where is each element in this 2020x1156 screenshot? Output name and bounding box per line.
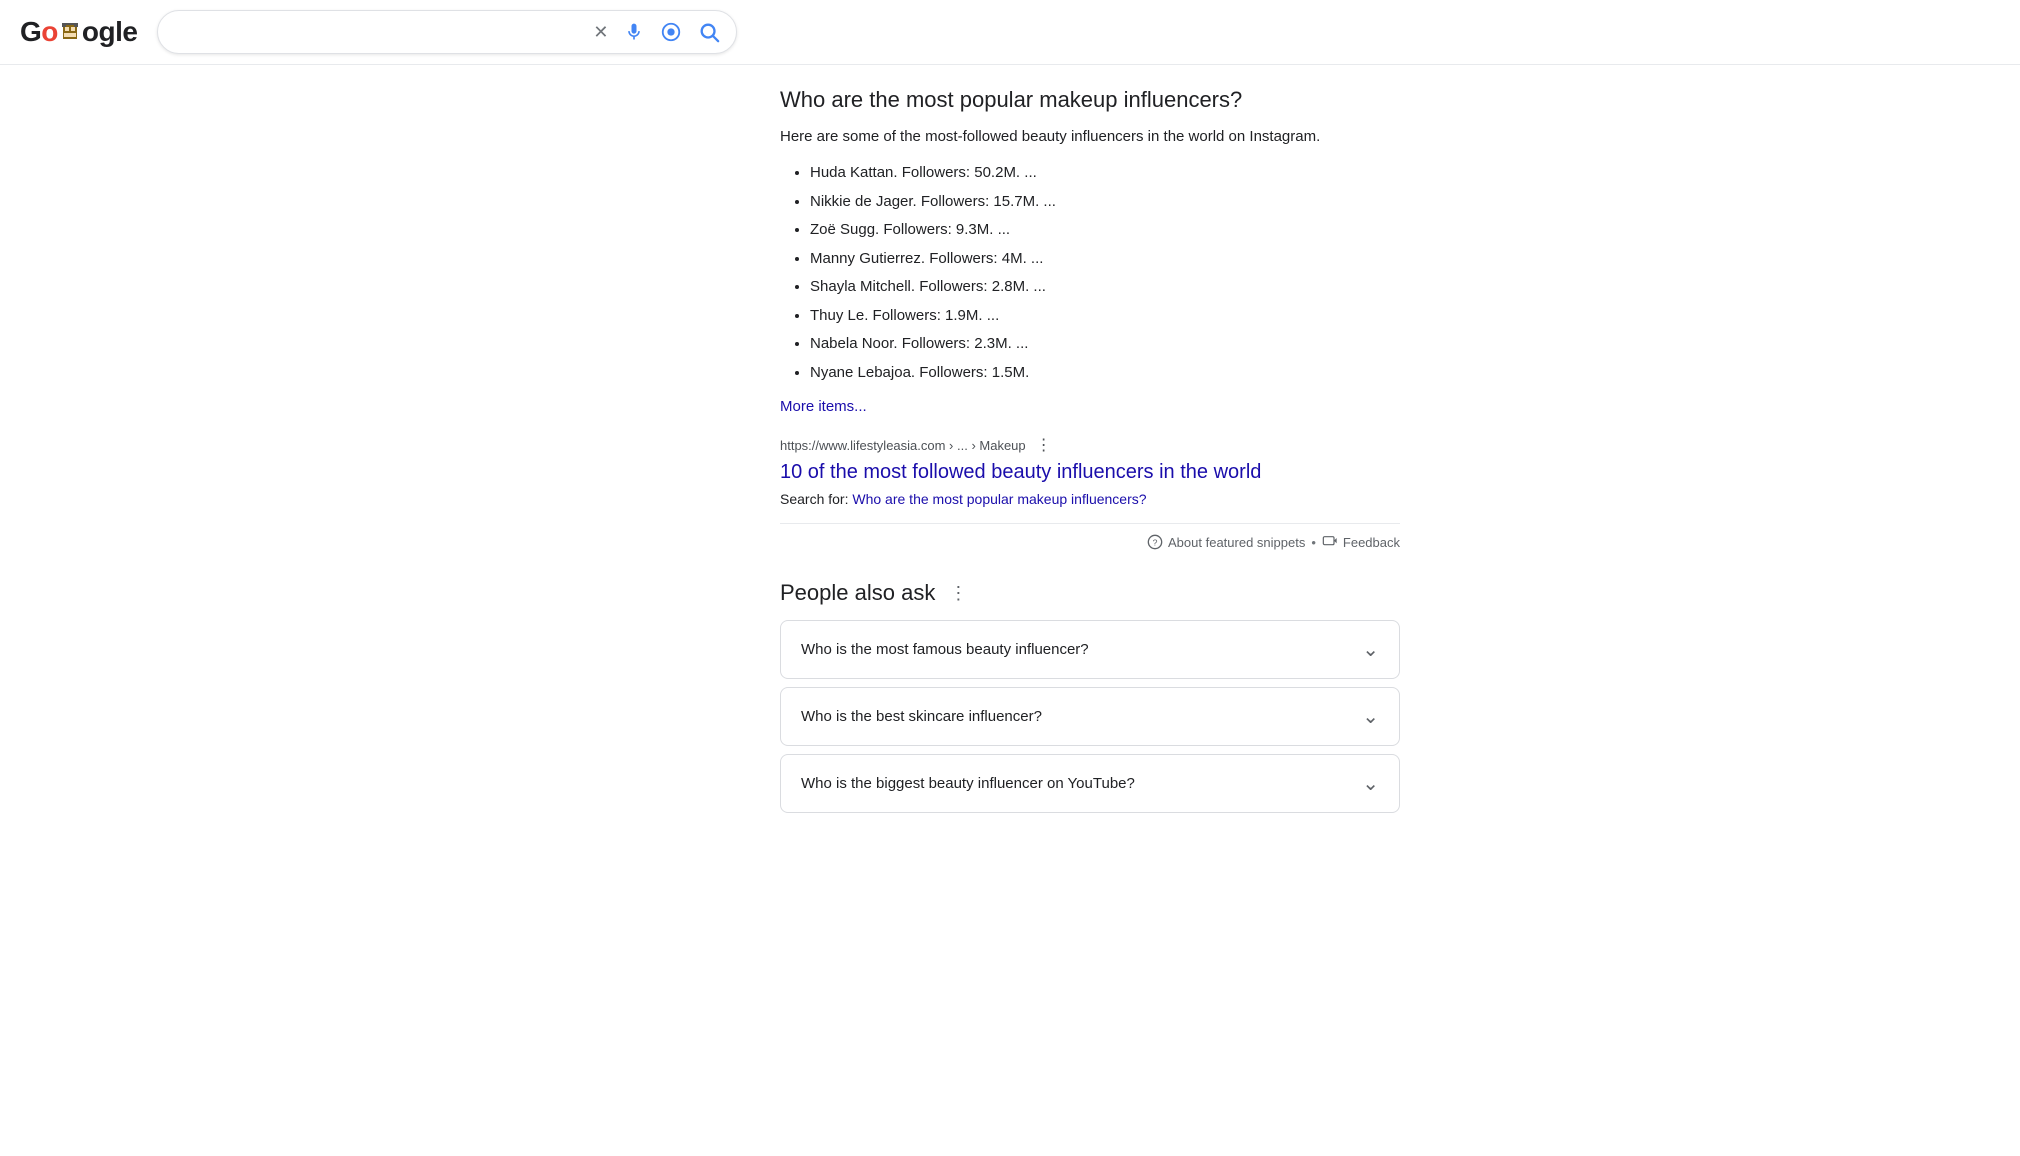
paa-title: People also ask: [780, 580, 935, 606]
search-for-link[interactable]: Who are the most popular makeup influenc…: [852, 491, 1146, 507]
about-snippets-item[interactable]: ? About featured snippets: [1147, 534, 1305, 550]
footer-separator: •: [1311, 535, 1316, 550]
snippet-subtitle: Here are some of the most-followed beaut…: [780, 126, 1400, 149]
list-item: Nikkie de Jager. Followers: 15.7M. ...: [810, 191, 1400, 214]
search-button[interactable]: [696, 19, 722, 45]
header: G o o g l e: [0, 0, 2020, 65]
list-item: Thuy Le. Followers: 1.9M. ...: [810, 305, 1400, 328]
source-menu-button[interactable]: ⋮: [1032, 435, 1056, 455]
list-item: Nabela Noor. Followers: 2.3M. ...: [810, 333, 1400, 356]
paa-question-item[interactable]: Who is the biggest beauty influencer on …: [780, 754, 1400, 813]
featured-snippet: Who are the most popular makeup influenc…: [780, 85, 1400, 550]
chevron-down-icon: ⌄: [1362, 637, 1379, 662]
snippet-footer: ? About featured snippets • Feedback: [780, 523, 1400, 550]
more-items-link[interactable]: More items...: [780, 398, 867, 415]
result-title-link[interactable]: 10 of the most followed beauty influence…: [780, 459, 1400, 485]
svg-text:?: ?: [1153, 538, 1158, 548]
image-search-button[interactable]: [658, 19, 684, 45]
logo-letter-g: G: [20, 16, 41, 48]
paa-question-text: Who is the most famous beauty influencer…: [801, 641, 1089, 658]
logo-letter-o2: o: [82, 16, 99, 48]
main-content: Who are the most popular makeup influenc…: [580, 65, 1440, 861]
paa-question-item[interactable]: Who is the best skincare influencer? ⌄: [780, 687, 1400, 746]
list-item: Manny Gutierrez. Followers: 4M. ...: [810, 248, 1400, 271]
list-item: Huda Kattan. Followers: 50.2M. ...: [810, 162, 1400, 185]
feedback-item[interactable]: Feedback: [1322, 534, 1400, 550]
logo-letter-o1: o: [41, 16, 58, 48]
list-item: Zoë Sugg. Followers: 9.3M. ...: [810, 219, 1400, 242]
chevron-down-icon: ⌄: [1362, 771, 1379, 796]
source-url: https://www.lifestyleasia.com › ... › Ma…: [780, 438, 1026, 453]
source-url-row: https://www.lifestyleasia.com › ... › Ma…: [780, 435, 1400, 455]
paa-question-text: Who is the best skincare influencer?: [801, 708, 1042, 725]
search-for-row: Search for: Who are the most popular mak…: [780, 491, 1400, 507]
google-logo[interactable]: G o o g l e: [20, 16, 137, 48]
search-bar[interactable]: popular beauty product influencer ✕: [157, 10, 737, 54]
paa-header: People also ask ⋮: [780, 580, 1400, 606]
logo-letter-l: l: [115, 16, 122, 48]
paa-question-item[interactable]: Who is the most famous beauty influencer…: [780, 620, 1400, 679]
paa-menu-button[interactable]: ⋮: [945, 583, 971, 604]
snippet-title: Who are the most popular makeup influenc…: [780, 85, 1400, 116]
search-for-prefix: Search for:: [780, 491, 848, 507]
search-input[interactable]: popular beauty product influencer: [172, 23, 591, 41]
voice-search-button[interactable]: [622, 20, 646, 44]
paa-questions-list: Who is the most famous beauty influencer…: [780, 620, 1400, 813]
logo-container[interactable]: G o o g l e: [20, 16, 137, 48]
source-section: https://www.lifestyleasia.com › ... › Ma…: [780, 435, 1400, 507]
logo-letter-g2: g: [99, 16, 116, 48]
paa-question-text: Who is the biggest beauty influencer on …: [801, 775, 1135, 792]
clear-button[interactable]: ✕: [591, 20, 610, 45]
logo-letter-e: e: [122, 16, 137, 48]
list-item: Nyane Lebajoa. Followers: 1.5M.: [810, 362, 1400, 385]
list-item: Shayla Mitchell. Followers: 2.8M. ...: [810, 276, 1400, 299]
logo-pixel-char: [58, 16, 82, 48]
question-icon: ?: [1147, 534, 1163, 550]
feedback-icon: [1322, 534, 1338, 550]
snippet-list: Huda Kattan. Followers: 50.2M. ... Nikkie…: [780, 162, 1400, 384]
chevron-down-icon: ⌄: [1362, 704, 1379, 729]
about-snippets-label: About featured snippets: [1168, 535, 1305, 550]
people-also-ask-section: People also ask ⋮ Who is the most famous…: [780, 580, 1400, 813]
search-icons: ✕: [591, 19, 722, 45]
feedback-label: Feedback: [1343, 535, 1400, 550]
